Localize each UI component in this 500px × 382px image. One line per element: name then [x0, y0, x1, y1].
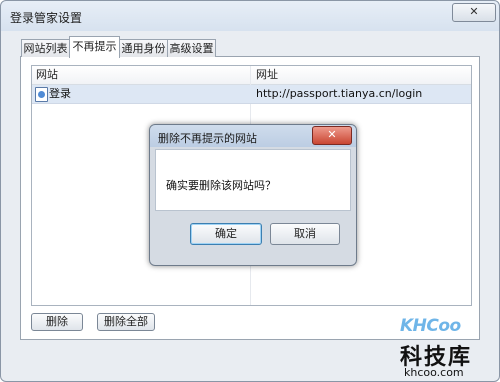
- watermark-logo: KHCoo: [400, 316, 461, 336]
- tab-site-list[interactable]: 网站列表: [21, 39, 70, 57]
- watermark-url: khcoo.com: [404, 366, 464, 379]
- dialog-title: 删除不再提示的网站: [158, 132, 257, 145]
- dialog-body: 确实要删除该网站吗？: [155, 149, 351, 211]
- dialog-close-button[interactable]: ✕: [312, 126, 352, 145]
- column-header-url[interactable]: 网址: [252, 66, 278, 84]
- window-close-button[interactable]: ✕: [452, 3, 496, 22]
- list-header: 网站 网址: [32, 66, 471, 85]
- ok-button[interactable]: 确定: [190, 223, 262, 245]
- watermark: KHCoo 科技库 khcoo.com: [400, 316, 496, 380]
- screen: 登录管家设置 ✕ 网站列表 不再提示 通用身份 高级设置 网站 网址 登录 ht…: [0, 0, 500, 382]
- close-icon: ✕: [327, 128, 337, 141]
- web-page-icon: [35, 87, 48, 102]
- cancel-button[interactable]: 取消: [270, 223, 340, 245]
- dialog-message: 确实要删除该网站吗？: [166, 179, 276, 192]
- delete-all-button[interactable]: 删除全部: [97, 313, 155, 331]
- confirm-dialog: 删除不再提示的网站 ✕ 确实要删除该网站吗？ 确定 取消: [149, 124, 357, 266]
- tab-no-prompt[interactable]: 不再提示: [69, 36, 120, 58]
- delete-button[interactable]: 删除: [31, 313, 83, 331]
- window-title: 登录管家设置: [10, 11, 83, 25]
- row-url: http://passport.tianya.cn/login: [256, 87, 423, 100]
- column-header-site[interactable]: 网站: [32, 66, 58, 84]
- row-site: 登录: [49, 87, 71, 100]
- tab-advanced[interactable]: 高级设置: [167, 39, 216, 57]
- tab-common-identity[interactable]: 通用身份: [119, 39, 168, 57]
- list-row[interactable]: 登录 http://passport.tianya.cn/login: [32, 85, 471, 104]
- close-icon: ✕: [469, 5, 479, 18]
